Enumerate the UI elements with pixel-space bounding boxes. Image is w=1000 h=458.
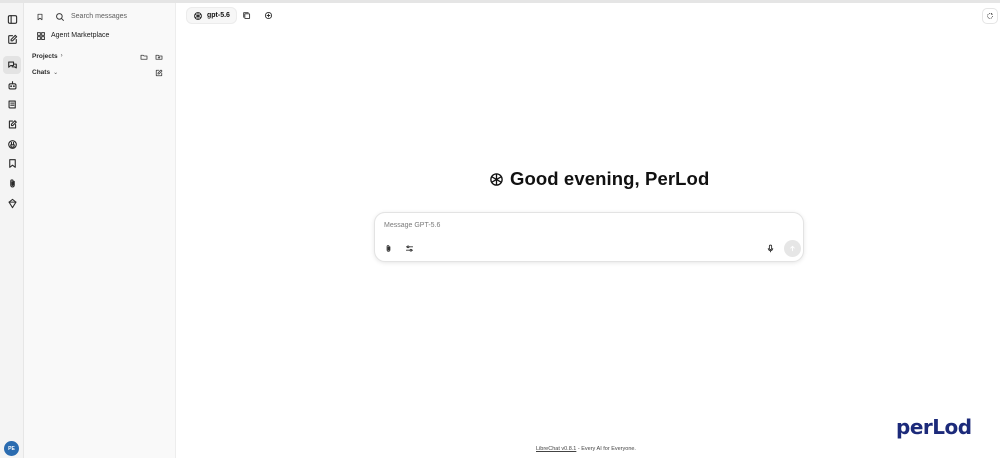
tools-settings-icon[interactable] — [402, 241, 416, 255]
avatar[interactable]: PE — [4, 441, 19, 456]
chats-label: Chats — [32, 68, 51, 76]
sidebar: Search messages Agent Marketplace Projec… — [24, 3, 176, 458]
add-icon[interactable] — [261, 8, 276, 23]
folder-icon[interactable] — [138, 51, 149, 62]
greeting-text: Good evening, PerLod — [510, 168, 710, 189]
agent-marketplace-label: Agent Marketplace — [51, 32, 110, 39]
openai-icon — [194, 11, 202, 20]
chats-icon[interactable] — [3, 56, 21, 74]
chevron-down-icon: ⌄ — [53, 69, 59, 76]
memories-icon[interactable] — [3, 115, 21, 133]
search-icon — [56, 12, 64, 21]
projects-label: Projects — [32, 52, 58, 60]
bookmarks-icon[interactable] — [3, 154, 21, 172]
search-messages[interactable]: Search messages — [55, 11, 127, 22]
model-icon[interactable] — [3, 194, 21, 212]
send-button[interactable] — [784, 240, 801, 257]
microphone-icon[interactable] — [763, 241, 777, 255]
perlod-logo: perLod — [896, 415, 972, 439]
footer: LibreChat v0.8.1 - Every AI for Everyone… — [536, 446, 636, 452]
temporary-chat-icon[interactable] — [982, 8, 998, 24]
message-input[interactable] — [384, 219, 764, 231]
footer-tagline: - Every AI for Everyone. — [576, 446, 636, 452]
grid-icon — [37, 31, 45, 40]
new-chat-small-icon[interactable] — [153, 67, 164, 78]
agents-icon[interactable] — [3, 76, 21, 94]
librechat-version-link[interactable]: LibreChat v0.8.1 — [536, 446, 576, 452]
search-input[interactable]: Search messages — [71, 13, 127, 20]
copy-icon[interactable] — [239, 8, 254, 23]
model-name: gpt-5.6 — [207, 12, 230, 19]
projects-toggle[interactable]: Projects › — [32, 51, 63, 61]
attachments-icon[interactable] — [3, 174, 21, 192]
chats-toggle[interactable]: Chats ⌄ — [32, 67, 58, 77]
bookmark-icon[interactable] — [34, 11, 45, 22]
sidebar-toggle-icon[interactable] — [3, 10, 21, 28]
icon-rail: PE — [0, 3, 24, 458]
message-composer — [374, 212, 804, 262]
arrow-up-icon — [790, 245, 795, 252]
new-chat-icon[interactable] — [3, 30, 21, 48]
agent-marketplace-link[interactable]: Agent Marketplace — [36, 30, 109, 41]
mcp-icon[interactable] — [3, 135, 21, 153]
prompts-icon[interactable] — [3, 95, 21, 113]
openai-logo-icon — [490, 172, 503, 186]
greeting: Good evening, PerLod — [489, 168, 709, 190]
chevron-right-icon: › — [60, 53, 63, 59]
model-selector[interactable]: gpt-5.6 — [186, 7, 237, 24]
new-folder-icon[interactable] — [153, 51, 164, 62]
attach-file-icon[interactable] — [381, 241, 395, 255]
